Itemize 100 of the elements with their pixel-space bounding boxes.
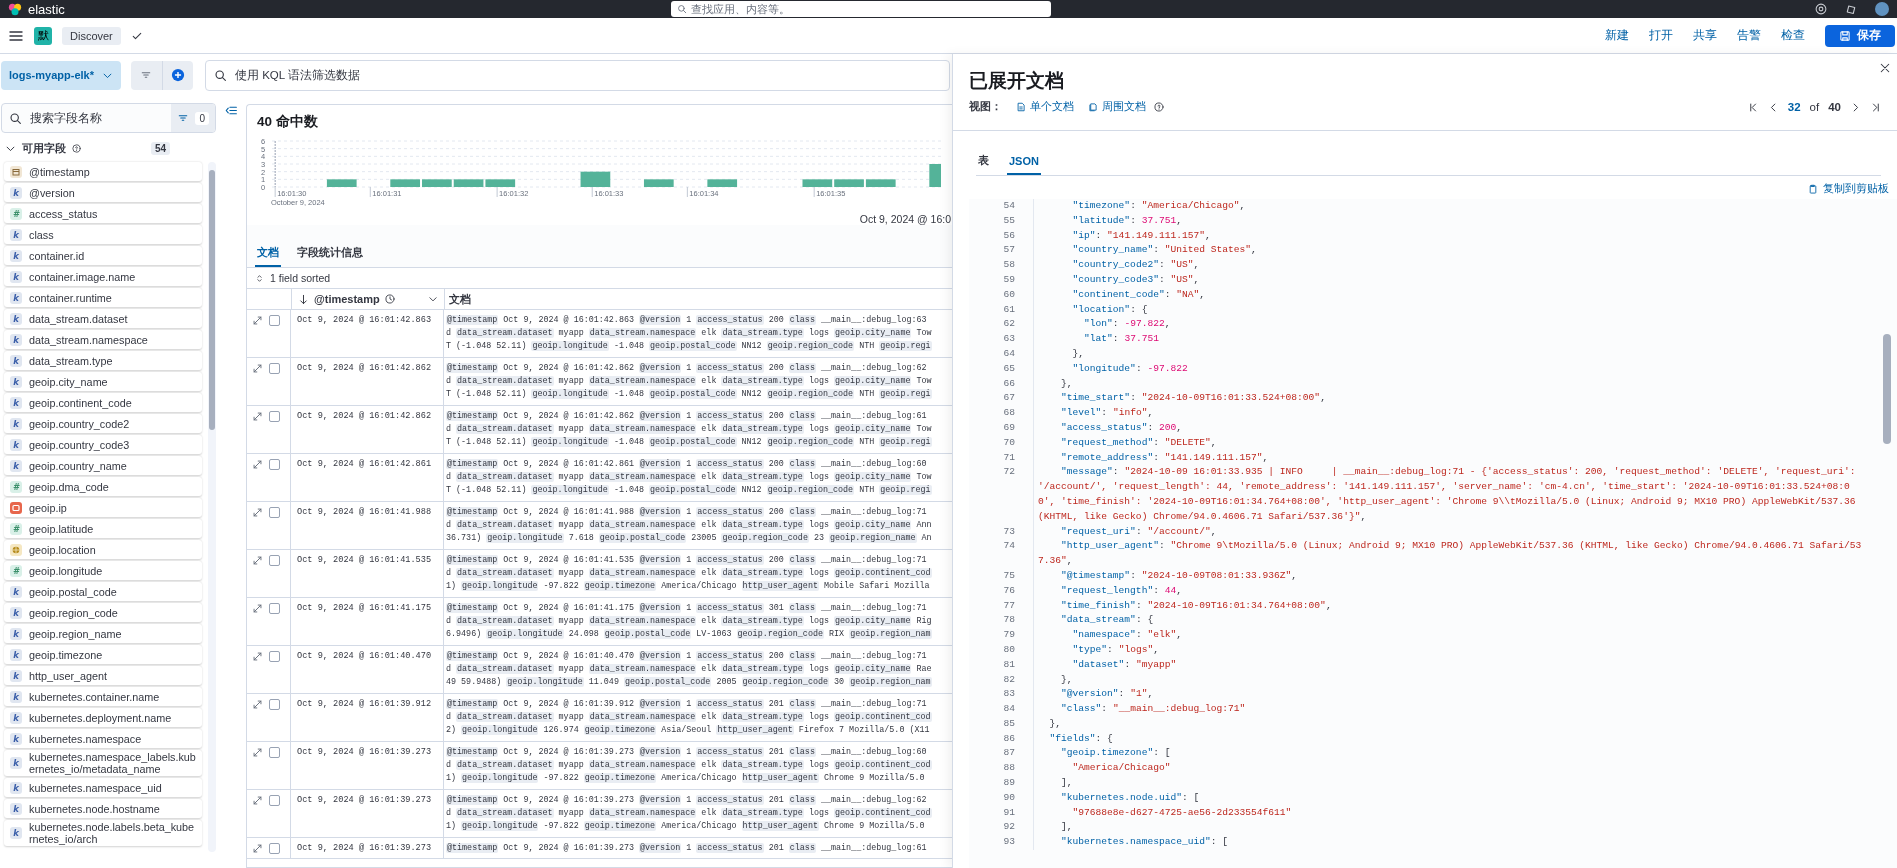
field-item[interactable]: # geoip.longitude xyxy=(4,561,202,580)
header-action-link[interactable]: 打开 xyxy=(1649,28,1673,43)
expand-icon[interactable] xyxy=(252,843,263,854)
copy-to-clipboard-link[interactable]: 复制到剪贴板 xyxy=(1808,182,1889,196)
column-header[interactable]: @timestamp xyxy=(314,293,380,305)
section-title[interactable]: 可用字段 xyxy=(22,141,66,156)
histogram-bar[interactable] xyxy=(326,179,357,187)
field-filter-button[interactable]: 0 xyxy=(171,104,215,132)
row-checkbox[interactable] xyxy=(269,747,280,758)
view-tab[interactable]: 表 xyxy=(976,149,991,175)
header-action-link[interactable]: 新建 xyxy=(1605,28,1629,43)
field-item[interactable]: # access_status xyxy=(4,204,202,223)
scrollbar[interactable] xyxy=(208,162,216,852)
sort-icon[interactable] xyxy=(255,273,264,283)
query-search-field[interactable]: 使用 KQL 语法筛选数据 xyxy=(204,59,950,91)
field-item[interactable]: k geoip.country_name xyxy=(4,456,202,475)
expand-icon[interactable] xyxy=(252,315,263,326)
field-item[interactable]: k data_stream.type xyxy=(4,351,202,370)
field-item[interactable]: @timestamp xyxy=(4,162,202,181)
sort-arrow-icon[interactable] xyxy=(298,293,309,305)
save-button[interactable]: 保存 xyxy=(1825,24,1895,47)
field-item[interactable]: k kubernetes.deployment.name xyxy=(4,708,202,727)
field-item[interactable]: # geoip.latitude xyxy=(4,519,202,538)
row-checkbox[interactable] xyxy=(269,651,280,662)
results-tab[interactable]: 字段统计信息 xyxy=(295,241,365,267)
field-item[interactable]: k data_stream.dataset xyxy=(4,309,202,328)
expand-icon[interactable] xyxy=(252,459,263,470)
header-action-link[interactable]: 检查 xyxy=(1781,28,1805,43)
field-item[interactable]: k @version xyxy=(4,183,202,202)
field-item[interactable]: k geoip.postal_code xyxy=(4,582,202,601)
global-search-field[interactable]: 查找应用、内容等。 xyxy=(690,3,1045,15)
expand-icon[interactable] xyxy=(252,747,263,758)
row-checkbox[interactable] xyxy=(269,315,280,326)
newsfeed-icon[interactable] xyxy=(1845,3,1857,15)
breadcrumb[interactable]: Discover xyxy=(62,26,121,45)
row-checkbox[interactable] xyxy=(269,699,280,710)
field-item[interactable]: k geoip.city_name xyxy=(4,372,202,391)
histogram-bar[interactable] xyxy=(643,179,674,187)
expand-icon[interactable] xyxy=(252,411,263,422)
field-item[interactable]: k container.runtime xyxy=(4,288,202,307)
field-item[interactable]: k geoip.timezone xyxy=(4,645,202,664)
field-item[interactable]: k geoip.country_code3 xyxy=(4,435,202,454)
field-item[interactable]: # geoip.dma_code xyxy=(4,477,202,496)
sort-status[interactable]: 1 field sorted xyxy=(270,272,331,284)
view-tab[interactable]: JSON xyxy=(1007,149,1041,175)
field-item[interactable]: geoip.ip xyxy=(4,498,202,517)
field-item[interactable]: k container.image.name xyxy=(4,267,202,286)
field-item[interactable]: k kubernetes.namespace_uid xyxy=(4,778,202,797)
header-action-link[interactable]: 告警 xyxy=(1737,28,1761,43)
first-page-button[interactable] xyxy=(1747,101,1759,113)
row-checkbox[interactable] xyxy=(269,411,280,422)
row-checkbox[interactable] xyxy=(269,555,280,566)
field-item[interactable]: k kubernetes.node.labels.beta_kubernetes_io/arch xyxy=(4,820,202,846)
histogram-bar[interactable] xyxy=(865,179,896,187)
last-page-button[interactable] xyxy=(1870,101,1881,113)
field-item[interactable]: k geoip.country_code2 xyxy=(4,414,202,433)
field-item[interactable]: k geoip.continent_code xyxy=(4,393,202,412)
space-avatar[interactable]: 默 xyxy=(34,26,52,45)
field-item[interactable]: geoip.location xyxy=(4,540,202,559)
field-item[interactable]: k kubernetes.namespace_labels.kubernetes_io/metadata_name xyxy=(4,750,202,776)
histogram-bar[interactable] xyxy=(453,179,484,187)
row-checkbox[interactable] xyxy=(269,363,280,374)
expand-icon[interactable] xyxy=(252,795,263,806)
expand-icon[interactable] xyxy=(252,507,263,518)
caret-icon[interactable] xyxy=(428,294,438,304)
field-item[interactable]: k data_stream.namespace xyxy=(4,330,202,349)
logo-icon[interactable] xyxy=(8,2,22,16)
field-item[interactable]: k http_user_agent xyxy=(4,666,202,685)
row-checkbox[interactable] xyxy=(269,795,280,806)
current-page[interactable]: 32 xyxy=(1787,101,1801,113)
expand-icon[interactable] xyxy=(252,651,263,662)
elastic-logo-text[interactable]: elastic xyxy=(28,1,65,17)
row-checkbox[interactable] xyxy=(269,459,280,470)
expand-icon[interactable] xyxy=(252,363,263,374)
results-tab[interactable]: 文档 xyxy=(255,241,281,267)
help-icon[interactable] xyxy=(1815,3,1827,15)
view-link[interactable]: 周围文档 xyxy=(1088,100,1146,114)
expand-icon[interactable] xyxy=(252,555,263,566)
expand-icon[interactable] xyxy=(252,603,263,614)
field-item[interactable]: k geoip.region_name xyxy=(4,624,202,643)
field-item[interactable]: k class xyxy=(4,225,202,244)
scrollbar[interactable] xyxy=(1883,334,1891,444)
global-search-field[interactable]: 查找应用、内容等。 xyxy=(670,1,1051,17)
row-checkbox[interactable] xyxy=(269,603,280,614)
row-checkbox[interactable] xyxy=(269,507,280,518)
user-avatar[interactable] xyxy=(1875,2,1889,16)
collapse-sidebar-icon[interactable] xyxy=(224,104,238,117)
view-link[interactable]: 单个文档 xyxy=(1016,100,1074,114)
histogram-bar[interactable] xyxy=(580,171,611,187)
field-item[interactable]: k kubernetes.node.hostname xyxy=(4,799,202,818)
field-search-field[interactable]: 搜索字段名称 0 xyxy=(1,103,216,133)
query-search-field[interactable]: 使用 KQL 语法筛选数据 xyxy=(234,69,941,81)
row-checkbox[interactable] xyxy=(269,843,280,854)
field-item[interactable]: k container.id xyxy=(4,246,202,265)
histogram-bar[interactable] xyxy=(707,179,738,187)
histogram-bar[interactable] xyxy=(485,179,516,187)
column-header[interactable]: 文档 xyxy=(449,291,471,307)
header-action-link[interactable]: 共享 xyxy=(1693,28,1717,43)
expand-icon[interactable] xyxy=(252,699,263,710)
histogram-bar[interactable] xyxy=(802,179,833,187)
